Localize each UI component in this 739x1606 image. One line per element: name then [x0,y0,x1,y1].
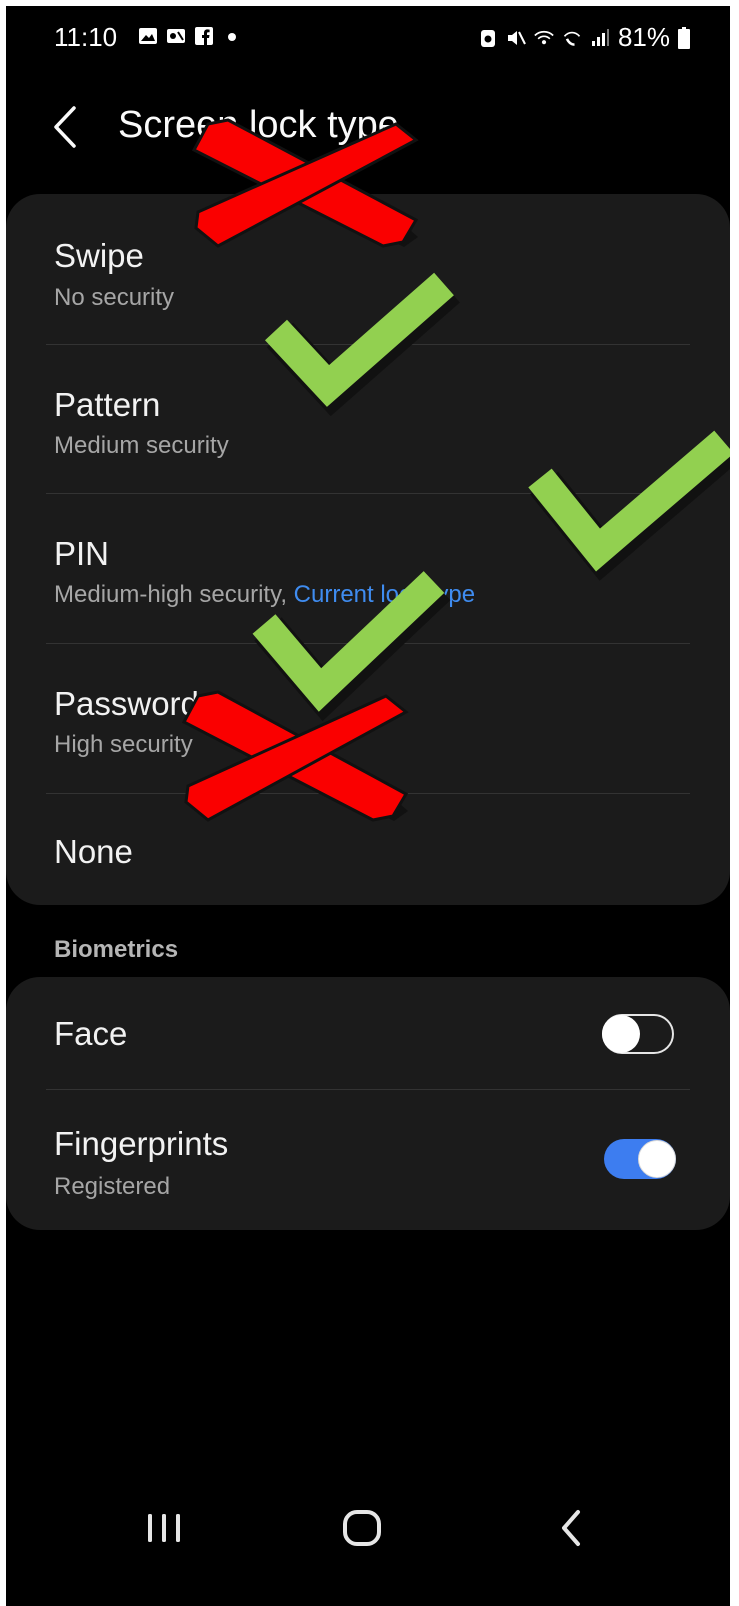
lock-type-subtitle: No security [54,284,175,311]
biometric-face[interactable]: Face [6,977,730,1089]
notification-icons [138,26,242,46]
screen-recorder-icon [167,29,185,43]
recent-apps-icon[interactable] [142,1506,186,1550]
facebook-icon [195,27,213,45]
lock-type-subtitle: High security [54,731,193,758]
green-check-mark [528,430,730,581]
biometric-title: Fingerprints [54,1125,229,1162]
fingerprints-toggle[interactable] [604,1139,676,1179]
biometric-subtitle: Registered [54,1173,171,1200]
chevron-left-icon[interactable] [46,104,86,150]
toggle-knob [638,1140,676,1178]
status-time: 11:10 [54,22,118,52]
biometrics-list: Face Fingerprints Registered [6,977,730,1230]
signal-icon [591,28,609,46]
face-toggle[interactable] [602,1014,674,1054]
lock-type-title: PIN [54,535,110,572]
lock-type-title: Pattern [54,386,161,423]
lock-type-title: Swipe [54,237,144,274]
section-header-biometrics: Biometrics [54,936,179,963]
gallery-icon [139,28,157,44]
green-check-mark [265,272,460,417]
red-x-mark [191,118,419,248]
biometric-title: Face [54,1015,128,1052]
navigation-bar [6,1486,730,1566]
back-icon[interactable] [550,1506,594,1550]
biometric-fingerprints[interactable]: Fingerprints Registered [6,1089,730,1230]
status-bar: 11:10 81% [6,6,730,66]
battery-percent: 81% [617,22,670,52]
phone-screen: 11:10 81% Screen lock type Swipe No secu… [6,6,730,1606]
wifi-icon [534,30,554,44]
home-icon[interactable] [340,1506,384,1550]
mute-icon [507,30,526,45]
system-status-icons: 81% [478,22,690,53]
toggle-knob [602,1015,640,1053]
battery-icon [678,26,690,49]
wifi-calling-icon [563,31,581,46]
lock-type-title: None [54,833,133,870]
red-x-mark [181,690,409,822]
security-level: Medium-high security [54,581,281,608]
dot-icon [228,33,236,41]
lock-type-subtitle: Medium security [54,432,229,459]
battery-saver-icon [480,29,495,47]
